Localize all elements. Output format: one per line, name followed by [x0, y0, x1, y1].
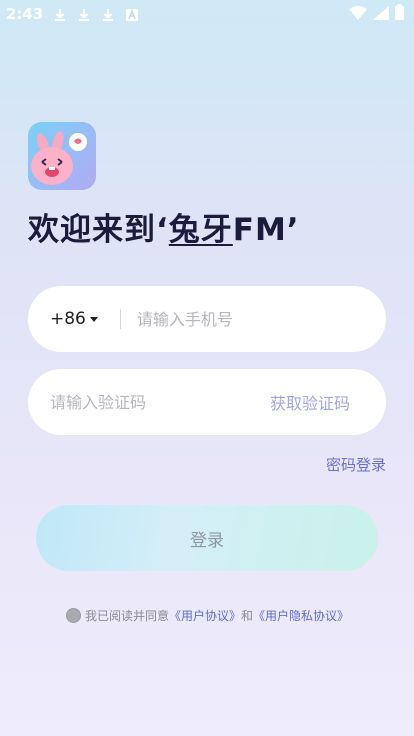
- phone-field: +86: [28, 286, 386, 352]
- download-icon: [53, 7, 67, 21]
- status-time: 2:43: [6, 5, 44, 23]
- country-code-selector[interactable]: +86: [50, 309, 98, 329]
- status-left: 2:43: [6, 5, 139, 23]
- verification-code-input[interactable]: [50, 392, 270, 412]
- welcome-prefix: 欢迎来到‘: [28, 212, 169, 248]
- battery-icon: [395, 4, 404, 24]
- phone-input[interactable]: [136, 309, 386, 329]
- agreement: 我已阅读并同意 《用户协议》 和 《用户隐私协议》: [66, 607, 349, 624]
- status-bar: 2:43: [0, 0, 414, 28]
- get-code-button[interactable]: 获取验证码: [270, 390, 350, 414]
- agreement-and: 和: [241, 609, 254, 623]
- status-right: [349, 4, 404, 24]
- privacy-agreement-link[interactable]: 《用户隐私协议》: [253, 607, 349, 624]
- welcome-suffix: FM’: [232, 212, 300, 248]
- login-button[interactable]: 登录: [36, 505, 378, 571]
- country-code-value: +86: [50, 309, 86, 329]
- welcome-brand: 兔牙: [168, 212, 233, 248]
- agreement-checkbox[interactable]: [66, 608, 81, 623]
- download-icon: [101, 7, 115, 21]
- signal-icon: [373, 5, 389, 24]
- download-icon: [77, 7, 91, 21]
- app-logo: [28, 122, 96, 190]
- wifi-icon: [349, 5, 367, 24]
- user-agreement-link[interactable]: 《用户协议》: [169, 607, 241, 624]
- verification-field: 获取验证码: [28, 369, 386, 435]
- divider: [119, 309, 121, 329]
- translate-icon: [125, 7, 139, 21]
- chevron-down-icon: [89, 316, 98, 322]
- agreement-prefix: 我已阅读并同意: [85, 609, 170, 623]
- welcome-title: 欢迎来到‘兔牙FM’: [28, 204, 300, 248]
- password-login-link[interactable]: 密码登录: [326, 454, 386, 475]
